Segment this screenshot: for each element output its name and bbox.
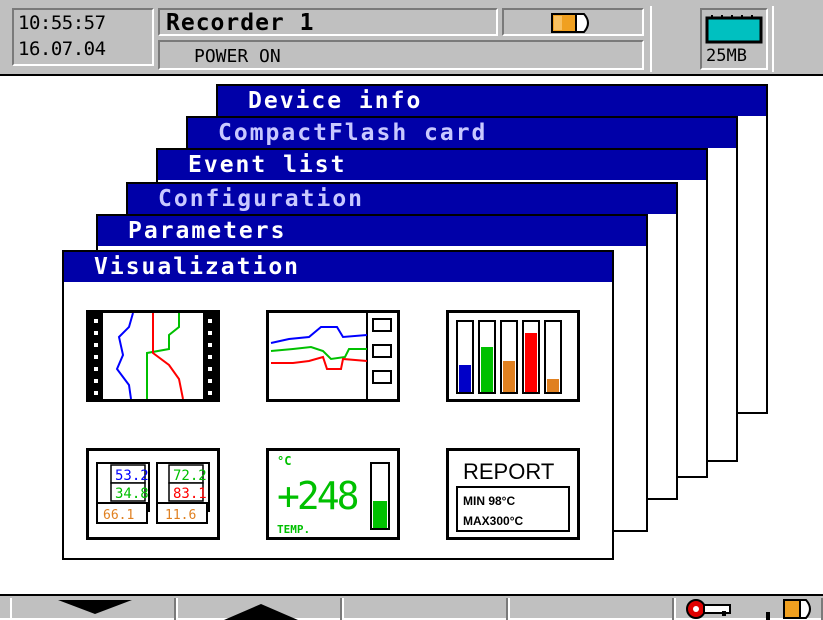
window-title[interactable]: Event list <box>158 150 706 180</box>
softkey-up-button[interactable] <box>176 598 342 620</box>
window-title[interactable]: Parameters <box>98 216 646 246</box>
big-value-icon: °C +248 TEMP. <box>277 454 390 536</box>
memory-card-icon <box>705 15 763 44</box>
window-title[interactable]: Configuration <box>128 184 676 214</box>
report-view-button[interactable]: REPORT MIN 98°C MAX300°C <box>446 448 580 540</box>
softkey-5-button[interactable] <box>674 598 823 620</box>
window-title[interactable]: Visualization <box>64 252 612 282</box>
softkey-3-button[interactable] <box>342 598 508 620</box>
softkey-down-button[interactable] <box>10 598 176 620</box>
big-value-number: +248 <box>277 474 358 518</box>
window-title[interactable]: Device info <box>218 86 766 116</box>
memory-card-indicator: 25MB <box>700 8 768 70</box>
report-max: MAX300°C <box>463 514 523 528</box>
horizontal-trend-icon <box>270 313 392 399</box>
digital-value-5: 66.1 <box>103 508 134 523</box>
digital-value-4: 83.1 <box>173 486 207 502</box>
status-bar: 10:55:57 16.07.04 Recorder 1 POWER ON 25… <box>0 0 823 76</box>
power-plug-icon <box>783 599 811 619</box>
digital-values-icon: 53.2 72.2 34.8 83.1 66.1 11.6 <box>96 462 210 524</box>
status-text: POWER ON <box>194 46 281 67</box>
card-capacity: 25MB <box>706 46 747 66</box>
report-min: MIN 98°C <box>463 494 515 508</box>
divider <box>650 6 652 72</box>
report-title: REPORT <box>463 459 554 484</box>
bargraph-view-button[interactable] <box>446 310 580 402</box>
time-display: 10:55:57 <box>18 12 106 34</box>
big-value-view-button[interactable]: °C +248 TEMP. <box>266 448 400 540</box>
bargraph-icon <box>456 320 562 394</box>
big-value-unit: °C <box>277 454 291 468</box>
divider <box>772 6 774 72</box>
key-icon <box>686 599 770 620</box>
date-display: 16.07.04 <box>18 38 106 60</box>
recorder-title-box: Recorder 1 <box>158 8 498 36</box>
digital-value-3: 34.8 <box>115 486 149 502</box>
window-title[interactable]: CompactFlash card <box>188 118 736 148</box>
window-visualization[interactable]: Visualization 53.2 72.2 34.8 83.1 66.1 1… <box>62 250 614 560</box>
digital-value-2: 72.2 <box>173 468 207 484</box>
digital-view-button[interactable]: 53.2 72.2 34.8 83.1 66.1 11.6 <box>86 448 220 540</box>
power-indicator <box>502 8 644 36</box>
horizontal-trend-view-button[interactable] <box>266 310 400 402</box>
softkey-bar <box>0 594 823 620</box>
power-plug-icon <box>551 13 589 33</box>
vertical-trend-view-button[interactable] <box>86 310 220 402</box>
vertical-trend-icon <box>89 313 217 399</box>
arrow-up-icon <box>224 604 298 620</box>
big-value-label: TEMP. <box>277 523 310 536</box>
recorder-name: Recorder 1 <box>166 10 315 36</box>
status-message-box: POWER ON <box>158 40 644 70</box>
softkey-4-button[interactable] <box>508 598 674 620</box>
arrow-down-icon <box>58 600 132 614</box>
clock-display: 10:55:57 16.07.04 <box>12 8 154 66</box>
digital-value-6: 11.6 <box>165 508 196 523</box>
digital-value-1: 53.2 <box>115 468 149 484</box>
report-icon: REPORT MIN 98°C MAX300°C <box>456 459 570 532</box>
